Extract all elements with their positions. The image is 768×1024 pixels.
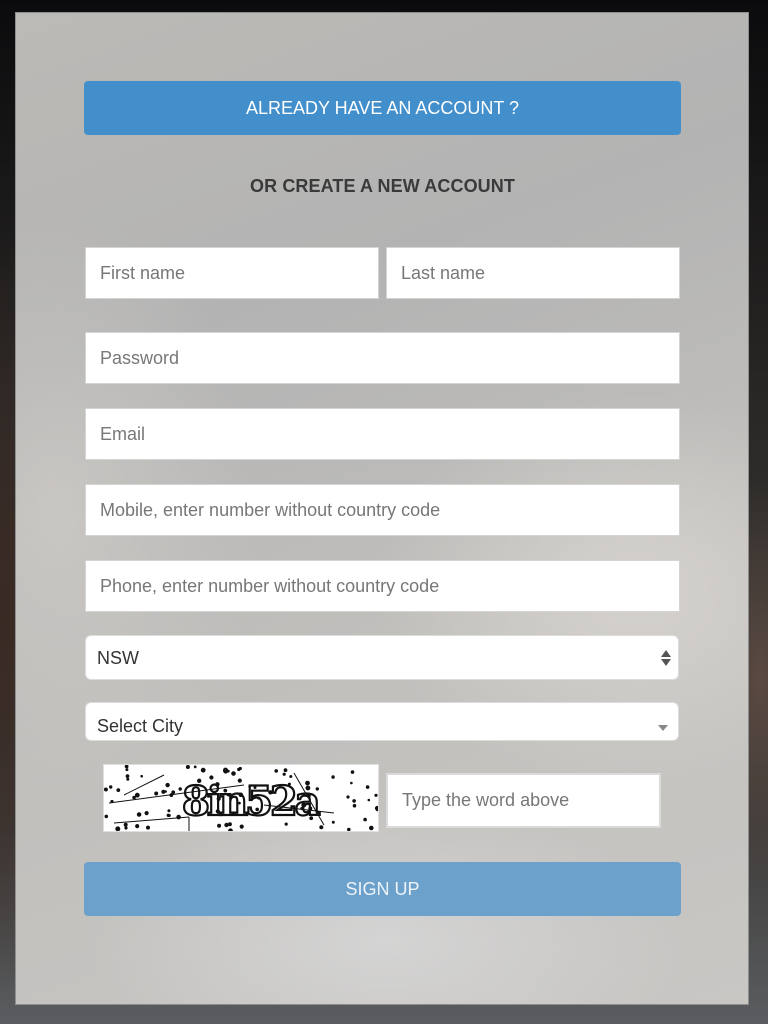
password-input[interactable] — [85, 332, 680, 384]
state-select[interactable]: NSW — [85, 635, 679, 680]
captcha-dot — [352, 803, 357, 808]
captcha-dot — [319, 825, 324, 830]
captcha-dot — [282, 772, 286, 776]
captcha-dot — [135, 824, 140, 829]
captcha-dot — [146, 825, 150, 830]
captcha-dot — [167, 809, 171, 813]
captcha-dot — [237, 767, 241, 772]
captcha-dot — [104, 814, 109, 819]
captcha-dot — [231, 771, 236, 776]
sign-up-button[interactable]: SIGN UP — [84, 862, 681, 916]
phone-input[interactable] — [85, 560, 680, 612]
city-select[interactable]: Select City — [85, 702, 679, 741]
captcha-dot — [352, 799, 356, 803]
captcha-dot — [125, 774, 130, 779]
captcha-dot — [223, 767, 228, 773]
last-name-input[interactable] — [386, 247, 680, 299]
captcha-dot — [154, 791, 159, 796]
captcha-dot — [116, 788, 121, 793]
captcha-dot — [124, 826, 128, 830]
captcha-line — [123, 774, 165, 796]
captcha-dot — [228, 828, 233, 831]
state-select-value: NSW — [97, 648, 139, 668]
captcha-dot — [126, 777, 130, 781]
captcha-dot — [125, 768, 129, 772]
captcha-dot — [136, 812, 142, 817]
captcha-dot — [365, 785, 370, 789]
mobile-input[interactable] — [85, 484, 680, 536]
captcha-dot — [124, 765, 129, 769]
captcha-dot — [367, 798, 371, 802]
captcha-line — [113, 816, 190, 824]
captcha-dot — [123, 822, 128, 827]
captcha-dot — [369, 825, 374, 831]
sign-up-label: SIGN UP — [345, 878, 420, 899]
updown-arrows-icon — [661, 649, 671, 666]
already-have-account-label: ALREADY HAVE AN ACCOUNT ? — [245, 97, 520, 118]
first-name-input[interactable] — [85, 247, 379, 299]
captcha-dot — [347, 827, 351, 831]
captcha-dot — [363, 817, 367, 822]
email-input[interactable] — [85, 408, 680, 460]
captcha-dot — [350, 770, 355, 774]
captcha-image: 8in52a — [103, 764, 379, 832]
captcha-dot — [185, 765, 190, 769]
captcha-dot — [239, 824, 244, 829]
create-account-heading: OR CREATE A NEW ACCOUNT — [250, 176, 515, 196]
captcha-input[interactable] — [386, 773, 661, 828]
captcha-dot — [374, 793, 378, 797]
captcha-dot — [140, 774, 144, 778]
caret-down-icon — [658, 725, 668, 731]
already-have-account-button[interactable]: ALREADY HAVE AN ACCOUNT ? — [84, 81, 681, 135]
captcha-dot — [350, 781, 353, 785]
captcha-dot — [144, 811, 149, 816]
captcha-dot — [171, 790, 176, 795]
captcha-dot — [109, 785, 113, 789]
captcha-dot — [164, 790, 167, 793]
captcha-dot — [134, 792, 140, 798]
captcha-dot — [331, 820, 335, 824]
captcha-dot — [115, 826, 121, 831]
captcha-dot — [166, 813, 171, 817]
captcha-dot — [331, 775, 335, 779]
captcha-dot — [283, 768, 288, 773]
captcha-text: 8in52a — [182, 778, 320, 825]
captcha-dot — [200, 767, 206, 773]
captcha-dot — [165, 782, 170, 788]
captcha-dot — [132, 795, 136, 800]
captcha-dot — [375, 808, 378, 812]
captcha-dot — [346, 795, 350, 799]
captcha-dot — [104, 787, 108, 792]
city-select-value: Select City — [97, 716, 184, 736]
captcha-dot — [274, 769, 278, 773]
captcha-dot — [193, 765, 197, 769]
